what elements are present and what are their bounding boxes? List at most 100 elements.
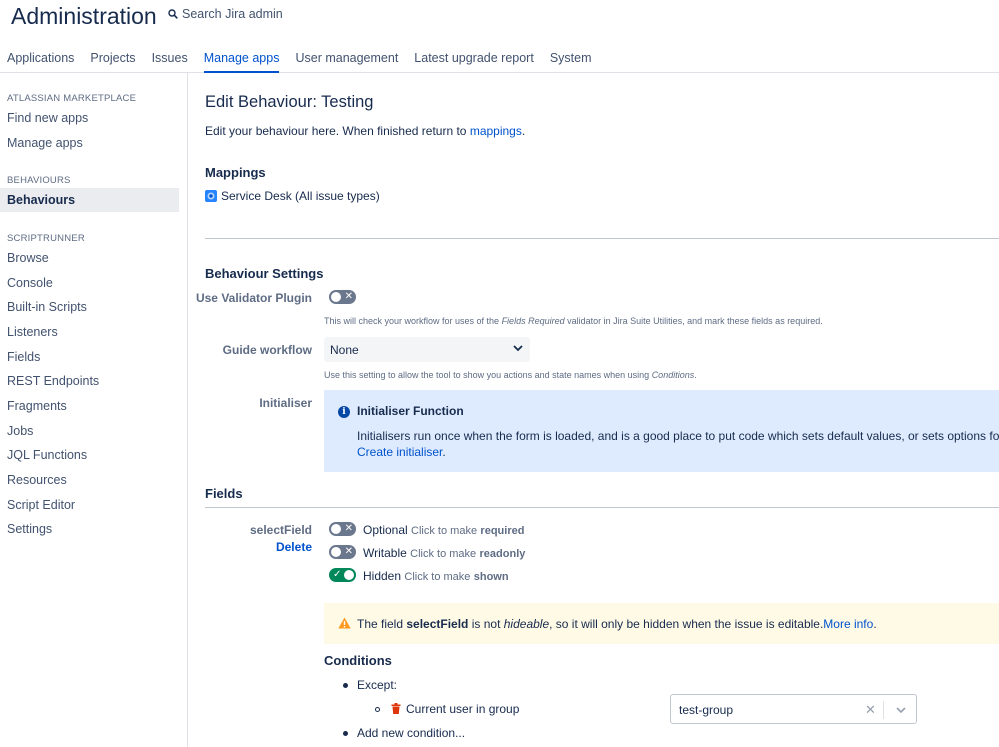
mappings-link[interactable]: mappings xyxy=(470,124,522,138)
group-select[interactable]: test-group ✕ xyxy=(670,694,917,724)
top-header: Administration Search Jira admin Applica… xyxy=(0,0,999,73)
sidebar-item-listeners[interactable]: Listeners xyxy=(0,320,179,344)
delete-field-link[interactable]: Delete xyxy=(188,540,312,554)
sidebar-heading-marketplace: ATLASSIAN MARKETPLACE xyxy=(7,93,137,104)
initialiser-title: Initialiser Function xyxy=(357,404,464,418)
sidebar-item-jql-functions[interactable]: JQL Functions xyxy=(0,443,179,467)
guide-help-post: . xyxy=(694,370,697,380)
chevron-down-icon[interactable] xyxy=(895,704,907,716)
add-condition-link[interactable]: Add new condition... xyxy=(357,726,465,740)
hidden-state: Hidden xyxy=(363,569,402,583)
except-label: Except: xyxy=(357,678,398,692)
mappings-heading: Mappings xyxy=(205,165,266,180)
toggle-knob xyxy=(331,292,341,302)
mapping-item: Service Desk (All issue types) xyxy=(205,189,380,203)
intro-end: . xyxy=(521,124,526,138)
page-title: Edit Behaviour: Testing xyxy=(205,93,374,111)
create-initialiser-link[interactable]: Create initialiser xyxy=(357,445,442,459)
sidebar-item-built-in-scripts[interactable]: Built-in Scripts xyxy=(0,295,179,319)
sidebar-item-jobs[interactable]: Jobs xyxy=(0,419,179,443)
behaviour-settings-heading: Behaviour Settings xyxy=(205,266,324,281)
optional-status: Optional Click to make required xyxy=(363,523,524,537)
optional-toggle[interactable]: ✕ xyxy=(329,522,356,536)
initialiser-link-end: . xyxy=(442,445,446,459)
hidden-target: shown xyxy=(473,571,509,583)
sidebar-item-resources[interactable]: Resources xyxy=(0,468,179,492)
toggle-x-icon: ✕ xyxy=(344,291,353,302)
optional-hint: Click to make xyxy=(411,525,478,537)
field-name: selectField xyxy=(249,523,312,537)
clear-icon[interactable]: ✕ xyxy=(865,702,876,718)
sub-bullet xyxy=(375,707,380,712)
warning-field: selectField xyxy=(406,617,469,631)
sidebar-item-script-editor[interactable]: Script Editor xyxy=(0,493,179,517)
sidebar-item-settings[interactable]: Settings xyxy=(0,517,179,541)
intro-text: Edit your behaviour here. When finished … xyxy=(205,124,467,138)
hidden-hint: Click to make xyxy=(404,571,471,583)
sidebar-item-console[interactable]: Console xyxy=(0,271,179,295)
search-admin[interactable]: Search Jira admin xyxy=(168,7,283,21)
tab-issues[interactable]: Issues xyxy=(152,48,188,73)
tab-applications[interactable]: Applications xyxy=(7,48,74,73)
initialiser-link-row: Create initialiser. xyxy=(357,445,446,459)
search-icon xyxy=(168,9,178,19)
warning-em: hideable xyxy=(503,617,550,631)
guide-workflow-select[interactable]: None xyxy=(324,337,530,362)
sidebar-item-fields[interactable]: Fields xyxy=(0,345,179,369)
warning-icon xyxy=(338,617,351,629)
service-desk-icon xyxy=(205,190,217,202)
warning-text: The field selectField is not hideable, s… xyxy=(357,617,877,631)
guide-help-pre: Use this setting to allow the tool to sh… xyxy=(324,370,652,380)
admin-tabs: Applications Projects Issues Manage apps… xyxy=(0,48,601,73)
writable-hint: Click to make xyxy=(410,548,477,560)
warning-mid: is not xyxy=(468,617,504,631)
page-intro: Edit your behaviour here. When finished … xyxy=(205,124,525,138)
validator-label: Use Validator Plugin xyxy=(195,291,312,305)
guide-help-em: Conditions xyxy=(651,370,695,380)
sidebar-item-find-new-apps[interactable]: Find new apps xyxy=(0,106,179,130)
search-label: Search Jira admin xyxy=(182,7,283,21)
tab-user-management[interactable]: User management xyxy=(295,48,398,73)
sidebar-item-rest-endpoints[interactable]: REST Endpoints xyxy=(0,369,179,393)
tab-manage-apps[interactable]: Manage apps xyxy=(203,48,280,73)
bullet xyxy=(343,731,348,736)
sidebar-item-fragments[interactable]: Fragments xyxy=(0,394,179,418)
warning-end: . xyxy=(873,617,877,631)
optional-target: required xyxy=(480,525,525,537)
guide-workflow-label: Guide workflow xyxy=(222,343,312,357)
toggle-x-icon: ✕ xyxy=(344,523,353,534)
guide-workflow-value: None xyxy=(330,343,359,357)
section-divider xyxy=(205,238,999,239)
fields-divider xyxy=(205,507,999,508)
writable-target: readonly xyxy=(479,548,526,560)
validator-help: This will check your workflow for uses o… xyxy=(324,316,823,326)
tab-latest-upgrade-report[interactable]: Latest upgrade report xyxy=(414,48,534,73)
toggle-knob xyxy=(331,524,341,534)
validator-help-post: validator in Jira Suite Utilities, and m… xyxy=(564,316,823,326)
more-info-link[interactable]: More info xyxy=(823,617,873,631)
initialiser-label: Initialiser xyxy=(259,396,312,410)
toggle-knob xyxy=(331,547,341,557)
tab-system[interactable]: System xyxy=(550,48,592,73)
admin-title: Administration xyxy=(11,3,157,29)
sidebar-item-behaviours[interactable]: Behaviours xyxy=(0,188,179,212)
initialiser-text: Initialisers run once when the form is l… xyxy=(357,429,999,443)
writable-toggle[interactable]: ✕ xyxy=(329,545,356,559)
fields-heading: Fields xyxy=(205,486,243,501)
bullet xyxy=(343,683,348,688)
sidebar-item-browse[interactable]: Browse xyxy=(0,246,179,270)
tab-projects[interactable]: Projects xyxy=(90,48,135,73)
validator-help-pre: This will check your workflow for uses o… xyxy=(324,316,502,326)
guide-workflow-help: Use this setting to allow the tool to sh… xyxy=(324,370,697,380)
validator-toggle[interactable]: ✕ xyxy=(329,290,356,304)
trash-icon[interactable] xyxy=(391,703,401,714)
sidebar-heading-behaviours: BEHAVIOURS xyxy=(7,175,71,186)
warning-pre: The field xyxy=(357,617,407,631)
chevron-down-icon xyxy=(513,345,523,352)
hidden-toggle[interactable]: ✓ xyxy=(329,568,356,582)
toggle-knob xyxy=(344,570,354,580)
mapping-item-label: Service Desk (All issue types) xyxy=(221,189,380,203)
sidebar-item-manage-apps[interactable]: Manage apps xyxy=(0,131,179,155)
initialiser-info-box: i Initialiser Function Initialisers run … xyxy=(324,390,999,472)
conditions-heading: Conditions xyxy=(324,653,392,668)
